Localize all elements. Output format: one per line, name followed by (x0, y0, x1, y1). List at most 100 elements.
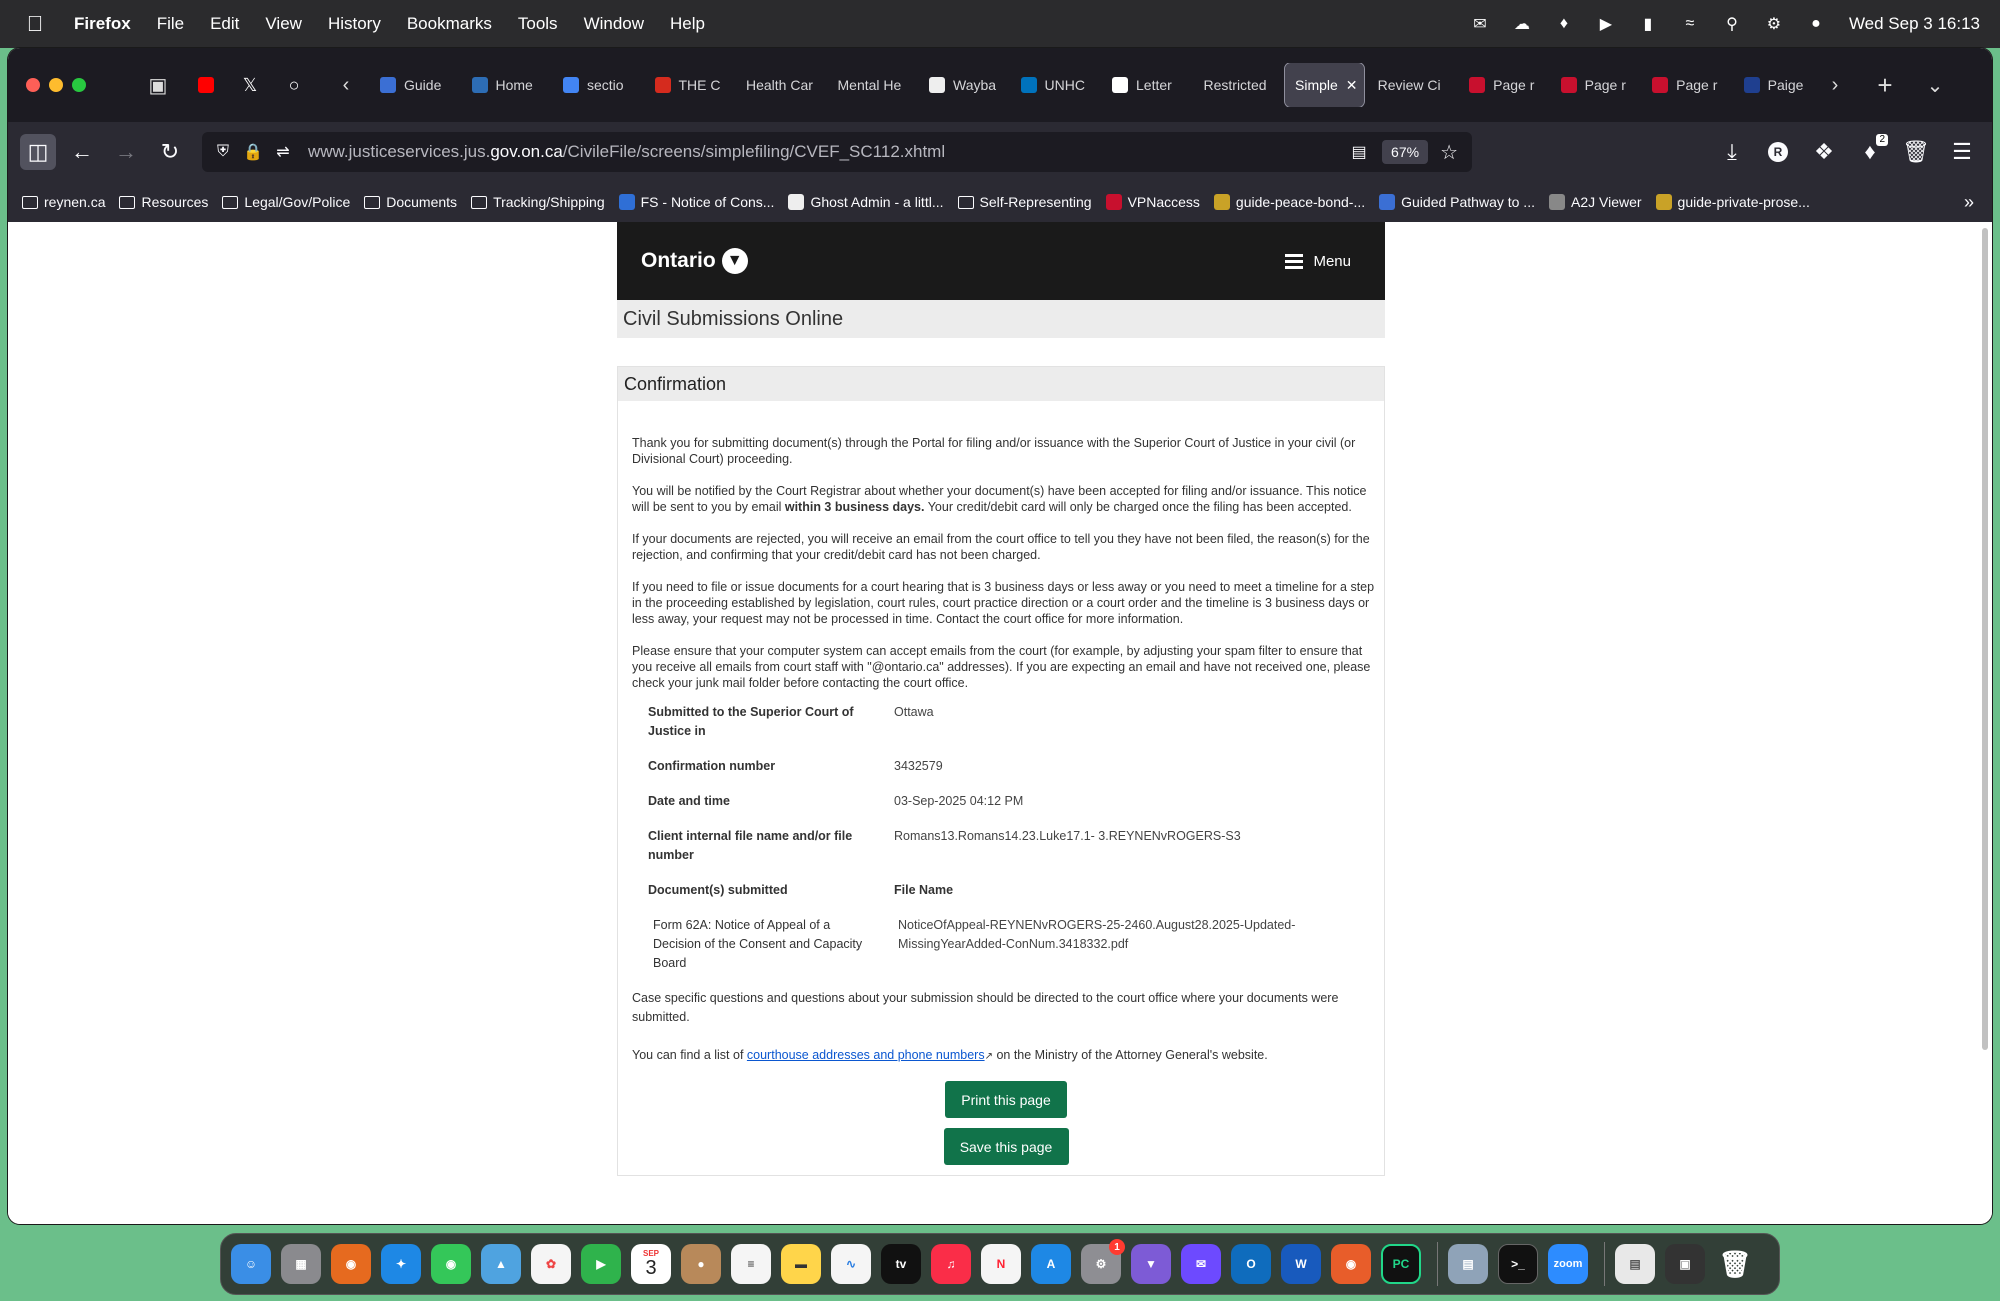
bookmark-folder[interactable]: reynen.ca (22, 194, 105, 210)
facetime-icon[interactable]: ▶ (581, 1244, 621, 1284)
spotlight-search-icon[interactable]: ⚲ (1721, 15, 1743, 33)
tab-item[interactable]: Guide (370, 63, 458, 107)
reader-view-icon[interactable]: ▤ (1348, 142, 1370, 162)
firefox-view-icon[interactable]: ▣ (144, 71, 172, 99)
url-text[interactable]: www.justiceservices.jus.gov.on.ca/Civile… (308, 142, 945, 162)
bookmarks-overflow-chevron-icon[interactable]: » (1964, 192, 1974, 213)
zoom-app-icon[interactable]: zoom (1548, 1244, 1588, 1284)
bookmark-folder[interactable]: Documents (364, 194, 457, 210)
tab-item[interactable]: Home (462, 63, 550, 107)
hamburger-menu-icon[interactable]: ☰ (1944, 134, 1980, 170)
pinned-tab-youtube[interactable] (192, 63, 220, 107)
lock-icon[interactable]: 🔒 (242, 142, 264, 162)
launchpad-icon[interactable]: ▦ (281, 1244, 321, 1284)
menu-bar-clock[interactable]: Wed Sep 3 16:13 (1849, 14, 1980, 34)
word-icon[interactable]: W (1281, 1244, 1321, 1284)
contacts-icon[interactable]: ● (681, 1244, 721, 1284)
close-window-button[interactable] (26, 78, 40, 92)
bookmark-folder[interactable]: Tracking/Shipping (471, 194, 605, 210)
pinned-tab-x[interactable]: 𝕏 (236, 63, 264, 107)
bookmark-item[interactable]: VPNaccess (1105, 194, 1200, 210)
apple-menu-icon[interactable]:  (22, 11, 48, 37)
pinned-tab-circle[interactable]: ○ (280, 63, 308, 107)
preview-icon[interactable]: ▤ (1448, 1244, 1488, 1284)
tab-item[interactable]: Health Car (736, 63, 824, 107)
battery-icon[interactable]: ▮ (1637, 15, 1659, 33)
apple-tv-icon[interactable]: tv (881, 1244, 921, 1284)
save-page-button[interactable]: Save this page (943, 1128, 1069, 1165)
tab-item[interactable]: Review Ci (1368, 63, 1456, 107)
extensions-puzzle-icon[interactable]: ❖ (1806, 134, 1842, 170)
siri-icon[interactable]: ● (1805, 15, 1827, 33)
tab-item[interactable]: Page r (1642, 63, 1730, 107)
menu-help[interactable]: Help (670, 14, 705, 34)
vpn-shield-icon[interactable]: ♦ (1553, 15, 1575, 33)
tab-item[interactable]: Paige (1734, 63, 1821, 107)
proton-vpn-icon[interactable]: ▼ (1131, 1244, 1171, 1284)
tab-item[interactable]: Restricted (1194, 63, 1282, 107)
menu-button[interactable]: Menu (1285, 251, 1351, 272)
system-settings-icon[interactable]: ⚙ 1 (1081, 1239, 1125, 1284)
menu-edit[interactable]: Edit (210, 14, 239, 34)
account-avatar-icon[interactable]: R (1760, 134, 1796, 170)
wifi-icon[interactable]: ≈ (1679, 15, 1701, 33)
menu-file[interactable]: File (157, 14, 184, 34)
bookmark-item[interactable]: guide-private-prose... (1655, 194, 1810, 210)
menu-window[interactable]: Window (584, 14, 644, 34)
control-center-icon[interactable]: ⚙ (1763, 15, 1785, 33)
menu-history[interactable]: History (328, 14, 381, 34)
bookmark-star-icon[interactable]: ☆ (1440, 140, 1458, 165)
close-tab-icon[interactable]: ✕ (1346, 77, 1358, 94)
play-icon[interactable]: ▶ (1595, 15, 1617, 33)
site-permissions-icon[interactable]: ⇌ (272, 142, 294, 162)
bookmark-folder[interactable]: Legal/Gov/Police (222, 194, 350, 210)
tab-item[interactable]: UNHC (1011, 63, 1099, 107)
outlook-icon[interactable]: O (1231, 1244, 1271, 1284)
notes-icon[interactable]: ▬ (781, 1244, 821, 1284)
tab-item[interactable]: Mental He (828, 63, 916, 107)
extension-shield-icon[interactable]: ♦ 2 (1852, 134, 1888, 170)
music-icon[interactable]: ♫ (931, 1244, 971, 1284)
pycharm-icon[interactable]: PC (1381, 1244, 1421, 1284)
downloads-icon[interactable]: ⤓ (1714, 134, 1750, 170)
news-icon[interactable]: N (981, 1244, 1021, 1284)
bookmark-item[interactable]: A2J Viewer (1548, 194, 1642, 210)
bookmark-folder[interactable]: Resources (119, 194, 208, 210)
tab-item[interactable]: Wayba (919, 63, 1007, 107)
menu-bookmarks[interactable]: Bookmarks (407, 14, 492, 34)
new-tab-plus-icon[interactable]: + (1871, 70, 1899, 100)
bookmark-item[interactable]: Guided Pathway to ... (1379, 194, 1535, 210)
calendar-icon[interactable]: SEP 3 (631, 1244, 671, 1284)
proton-mail-icon[interactable]: ✉ (1181, 1244, 1221, 1284)
freeform-icon[interactable]: ∿ (831, 1244, 871, 1284)
downloads-stack-icon[interactable]: ▣ (1665, 1244, 1705, 1284)
outlook-status-icon[interactable]: ✉ (1469, 15, 1491, 33)
page-scrollbar[interactable] (1982, 228, 1988, 1050)
tab-item[interactable]: Page r (1459, 63, 1547, 107)
bookmark-item[interactable]: FS - Notice of Cons... (618, 194, 774, 210)
documents-stack-icon[interactable]: ▤ (1615, 1244, 1655, 1284)
forward-arrow-icon[interactable]: → (108, 134, 144, 170)
messages-icon[interactable]: ◉ (431, 1244, 471, 1284)
tab-scroll-right-icon[interactable]: › (1821, 71, 1849, 99)
bookmark-folder[interactable]: Self-Representing (957, 194, 1092, 210)
menu-tools[interactable]: Tools (518, 14, 558, 34)
terminal-icon[interactable]: >_ (1498, 1244, 1538, 1284)
reload-icon[interactable]: ↻ (152, 134, 188, 170)
reminders-icon[interactable]: ≡ (731, 1244, 771, 1284)
bookmark-item[interactable]: Ghost Admin - a littl... (788, 194, 944, 210)
bookmark-item[interactable]: guide-peace-bond-... (1213, 194, 1365, 210)
zoom-window-button[interactable] (72, 78, 86, 92)
print-page-button[interactable]: Print this page (945, 1081, 1067, 1118)
zoom-level-indicator[interactable]: 67% (1382, 140, 1429, 164)
tab-item[interactable]: sectio (553, 63, 641, 107)
courthouse-addresses-link[interactable]: courthouse addresses and phone numbers (747, 1048, 985, 1062)
sidebar-toggle-icon[interactable]: ◫ (20, 134, 56, 170)
tab-item[interactable]: Letter (1102, 63, 1190, 107)
trash-extension-icon[interactable]: 🗑 (1898, 134, 1934, 170)
app-owl-icon[interactable]: ◉ (1331, 1244, 1371, 1284)
menu-view[interactable]: View (265, 14, 302, 34)
app-store-icon[interactable]: A (1031, 1244, 1071, 1284)
firefox-dock-icon[interactable]: ◉ (331, 1244, 371, 1284)
photos-icon[interactable]: ✿ (531, 1244, 571, 1284)
